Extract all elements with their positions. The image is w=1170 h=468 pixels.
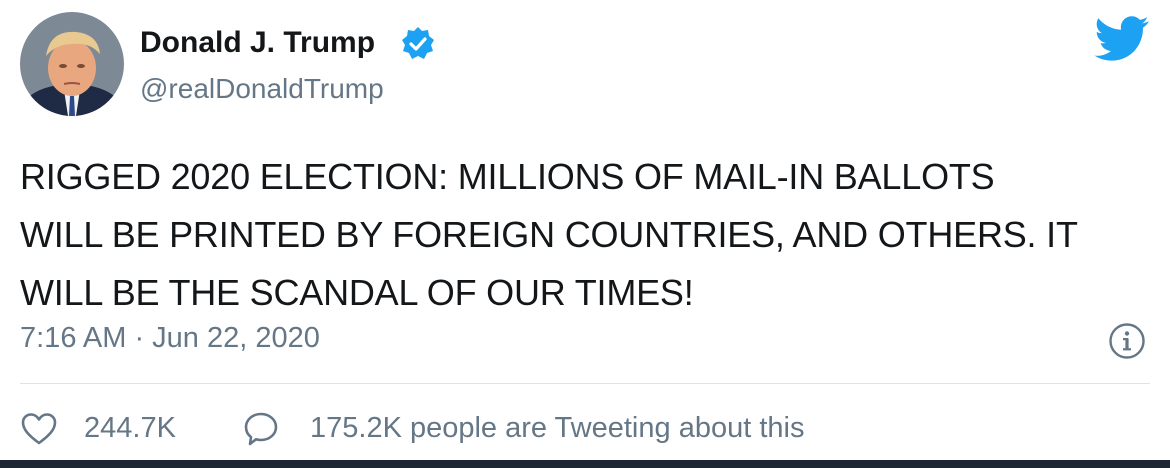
- author-name[interactable]: Donald J. Trump: [140, 26, 375, 60]
- tweeting-about-link[interactable]: 175.2K people are Tweeting about this: [310, 412, 804, 445]
- tweet-text: RIGGED 2020 ELECTION: MILLIONS OF MAIL-I…: [20, 148, 1155, 322]
- profile-photo: [20, 12, 124, 116]
- tweet-line: RIGGED 2020 ELECTION: MILLIONS OF MAIL-I…: [20, 156, 995, 197]
- heart-icon[interactable]: [20, 410, 58, 448]
- verified-badge-icon: [402, 27, 434, 59]
- tweet-timestamp[interactable]: 7:16 AM · Jun 22, 2020: [20, 322, 320, 355]
- speech-bubble-icon[interactable]: [242, 410, 280, 448]
- twitter-bird-icon[interactable]: [1094, 16, 1150, 62]
- divider: [20, 383, 1150, 384]
- avatar[interactable]: [20, 12, 124, 116]
- tweet-card: Donald J. Trump @realDonaldTrump RIGGED …: [0, 0, 1170, 460]
- info-icon[interactable]: [1108, 322, 1146, 360]
- tweet-line: WILL BE THE SCANDAL OF OUR TIMES!: [20, 272, 694, 313]
- tweet-line: WILL BE PRINTED BY FOREIGN COUNTRIES, AN…: [20, 214, 1078, 255]
- bottom-bar: [0, 460, 1170, 468]
- author-handle[interactable]: @realDonaldTrump: [140, 73, 384, 105]
- like-count[interactable]: 244.7K: [84, 412, 176, 445]
